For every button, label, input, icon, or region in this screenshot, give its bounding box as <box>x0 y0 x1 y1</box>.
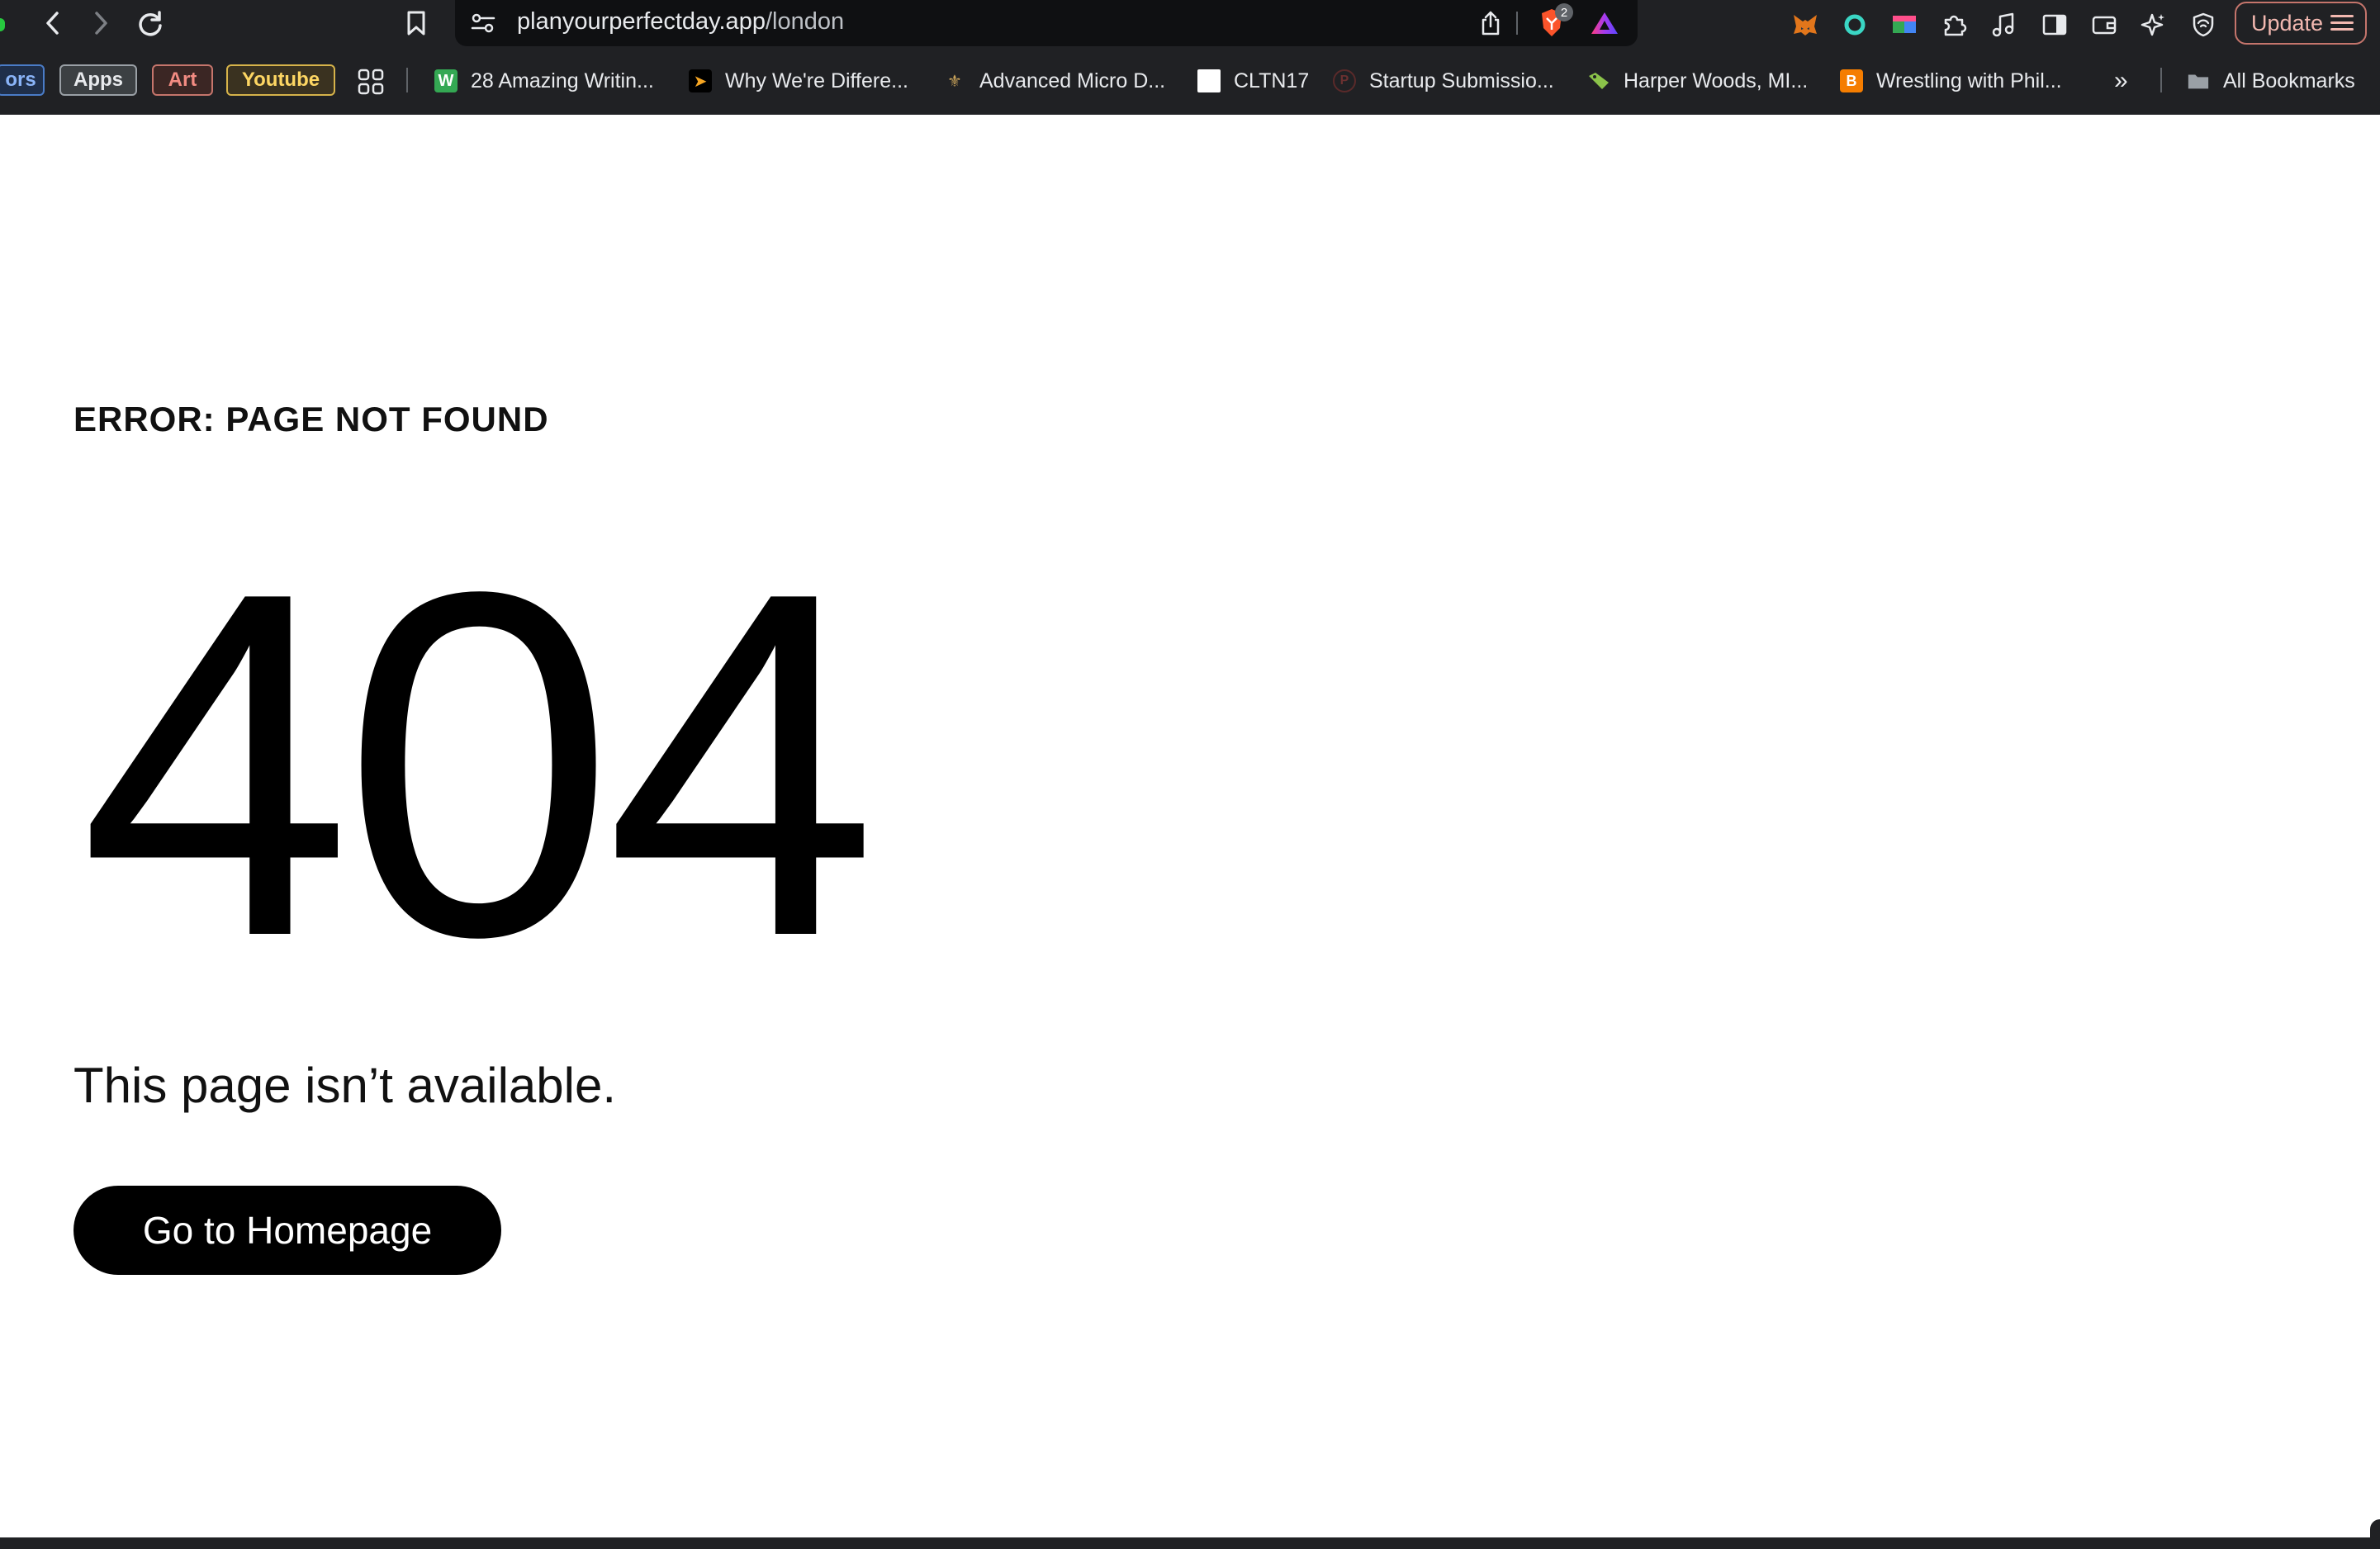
all-bookmarks-button[interactable]: All Bookmarks <box>2187 66 2355 96</box>
back-icon[interactable] <box>38 5 68 41</box>
bookmark-folder-youtube[interactable]: Youtube <box>226 64 335 96</box>
bookmark-label: Startup Submissio... <box>1369 69 1554 92</box>
bookmark-item[interactable]: ➤ Why We're Differe... <box>689 66 908 96</box>
window-zoom-button[interactable] <box>0 18 5 31</box>
menu-icon <box>2330 15 2354 31</box>
forward-icon[interactable] <box>86 5 116 41</box>
update-label: Update <box>2251 10 2324 36</box>
media-music-icon[interactable] <box>1987 8 2020 41</box>
vpn-shield-icon[interactable] <box>2187 8 2220 41</box>
update-button[interactable]: Update <box>2235 2 2367 45</box>
bookmark-label: Why We're Differe... <box>725 69 908 92</box>
leo-ai-sparkle-icon[interactable] <box>2137 8 2170 41</box>
bookmark-folder-apps[interactable]: Apps <box>59 64 137 96</box>
bookmark-label: Advanced Micro D... <box>979 69 1166 92</box>
error-code: 404 <box>79 490 878 1038</box>
address-bar[interactable]: planyourperfectday.app/london 2 <box>455 0 1638 46</box>
url-host: planyourperfectday.app <box>517 8 766 35</box>
urlbar-divider <box>1516 12 1518 35</box>
bookmark-item[interactable]: B Wrestling with Phil... <box>1840 66 2062 96</box>
bookmark-label: Harper Woods, MI... <box>1624 69 1809 92</box>
shield-crest-favicon: ⚜ <box>947 72 962 91</box>
shields-count-badge: 2 <box>1555 3 1573 21</box>
bookmark-folder-art[interactable]: Art <box>152 64 213 96</box>
error-heading: ERROR: PAGE NOT FOUND <box>73 400 549 438</box>
site-settings-icon[interactable] <box>467 7 500 40</box>
blogger-favicon: B <box>1840 69 1863 92</box>
tag-favicon <box>1587 69 1610 92</box>
extensions-puzzle-icon[interactable] <box>1937 8 1970 41</box>
window-corner <box>2370 1519 2380 1549</box>
bookmark-folder-ors[interactable]: ors <box>0 64 45 96</box>
bookmark-label: Wrestling with Phil... <box>1876 69 2062 92</box>
colorful-extension-icon[interactable] <box>1888 8 1921 41</box>
p-favicon: P <box>1333 69 1356 92</box>
bookmark-item[interactable]: P Startup Submissio... <box>1333 66 1554 96</box>
w-favicon: W <box>434 69 458 92</box>
ring-extension-icon[interactable] <box>1838 8 1871 41</box>
sidebar-toggle-icon[interactable] <box>2038 8 2071 41</box>
bookmark-item[interactable]: W 28 Amazing Writin... <box>434 66 654 96</box>
reload-icon[interactable] <box>132 5 168 41</box>
wallet-icon[interactable] <box>2088 8 2121 41</box>
bookmark-item[interactable]: Harper Woods, MI... <box>1587 66 1808 96</box>
all-bookmarks-label: All Bookmarks <box>2223 69 2355 92</box>
arrow-favicon: ➤ <box>689 69 712 92</box>
bookmarks-divider-right <box>2160 68 2162 92</box>
url-text[interactable]: planyourperfectday.app/london <box>517 8 844 36</box>
url-path: /london <box>765 8 845 35</box>
bookmark-page-icon[interactable] <box>401 7 431 40</box>
bookmark-label: CLTN17 <box>1234 69 1310 92</box>
brave-shields-icon[interactable]: 2 <box>1534 3 1573 43</box>
share-icon[interactable] <box>1476 7 1505 40</box>
bookmark-item[interactable]: ⚜ Advanced Micro D... <box>943 66 1165 96</box>
tab-groups-grid-icon[interactable] <box>353 64 388 99</box>
bookmark-item[interactable]: CLTN17 <box>1197 66 1309 96</box>
go-to-homepage-button[interactable]: Go to Homepage <box>73 1186 501 1275</box>
bookmark-label: 28 Amazing Writin... <box>471 69 654 92</box>
blank-favicon <box>1197 69 1221 92</box>
bookmarks-divider <box>406 68 408 92</box>
metamask-extension-icon[interactable] <box>1789 8 1822 41</box>
bookmarks-overflow-chevron-icon[interactable]: » <box>2114 66 2128 96</box>
browser-toolbar: planyourperfectday.app/london 2 Update <box>0 0 2380 50</box>
folder-icon <box>2187 69 2210 92</box>
error-message: This page isn’t available. <box>73 1058 617 1113</box>
browser-window: planyourperfectday.app/london 2 Update o… <box>0 0 2380 1549</box>
brave-rewards-icon[interactable] <box>1586 7 1623 40</box>
window-bottom-edge <box>0 1537 2380 1549</box>
